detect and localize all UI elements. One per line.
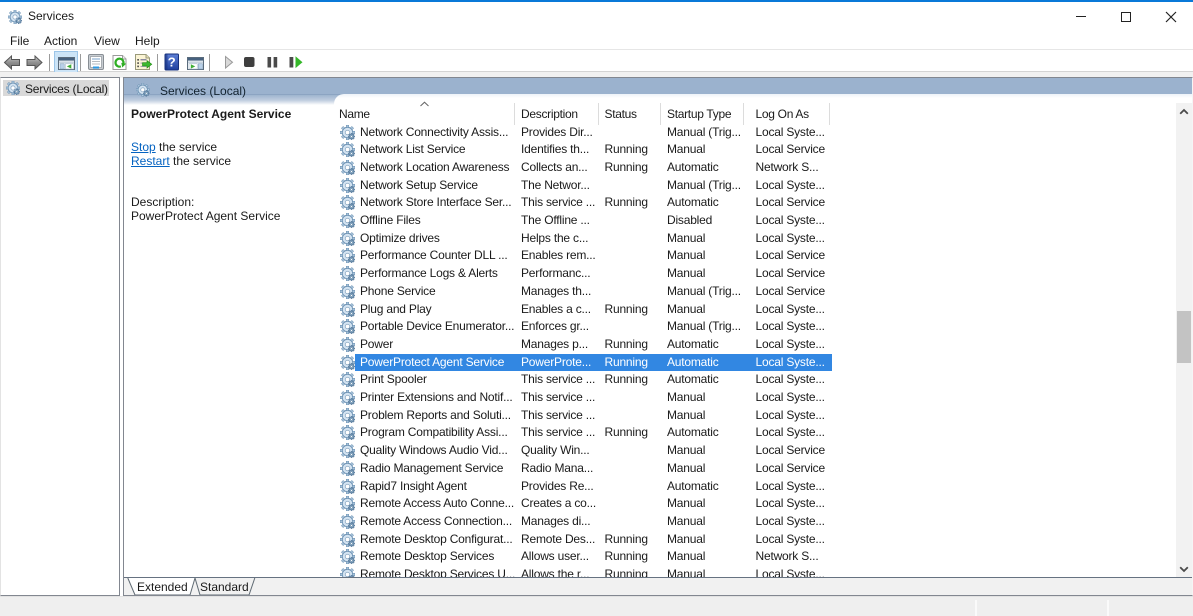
svg-text:Extended: Extended	[137, 580, 188, 594]
svg-text:?: ?	[168, 55, 176, 70]
svg-text:Standard: Standard	[200, 580, 249, 594]
